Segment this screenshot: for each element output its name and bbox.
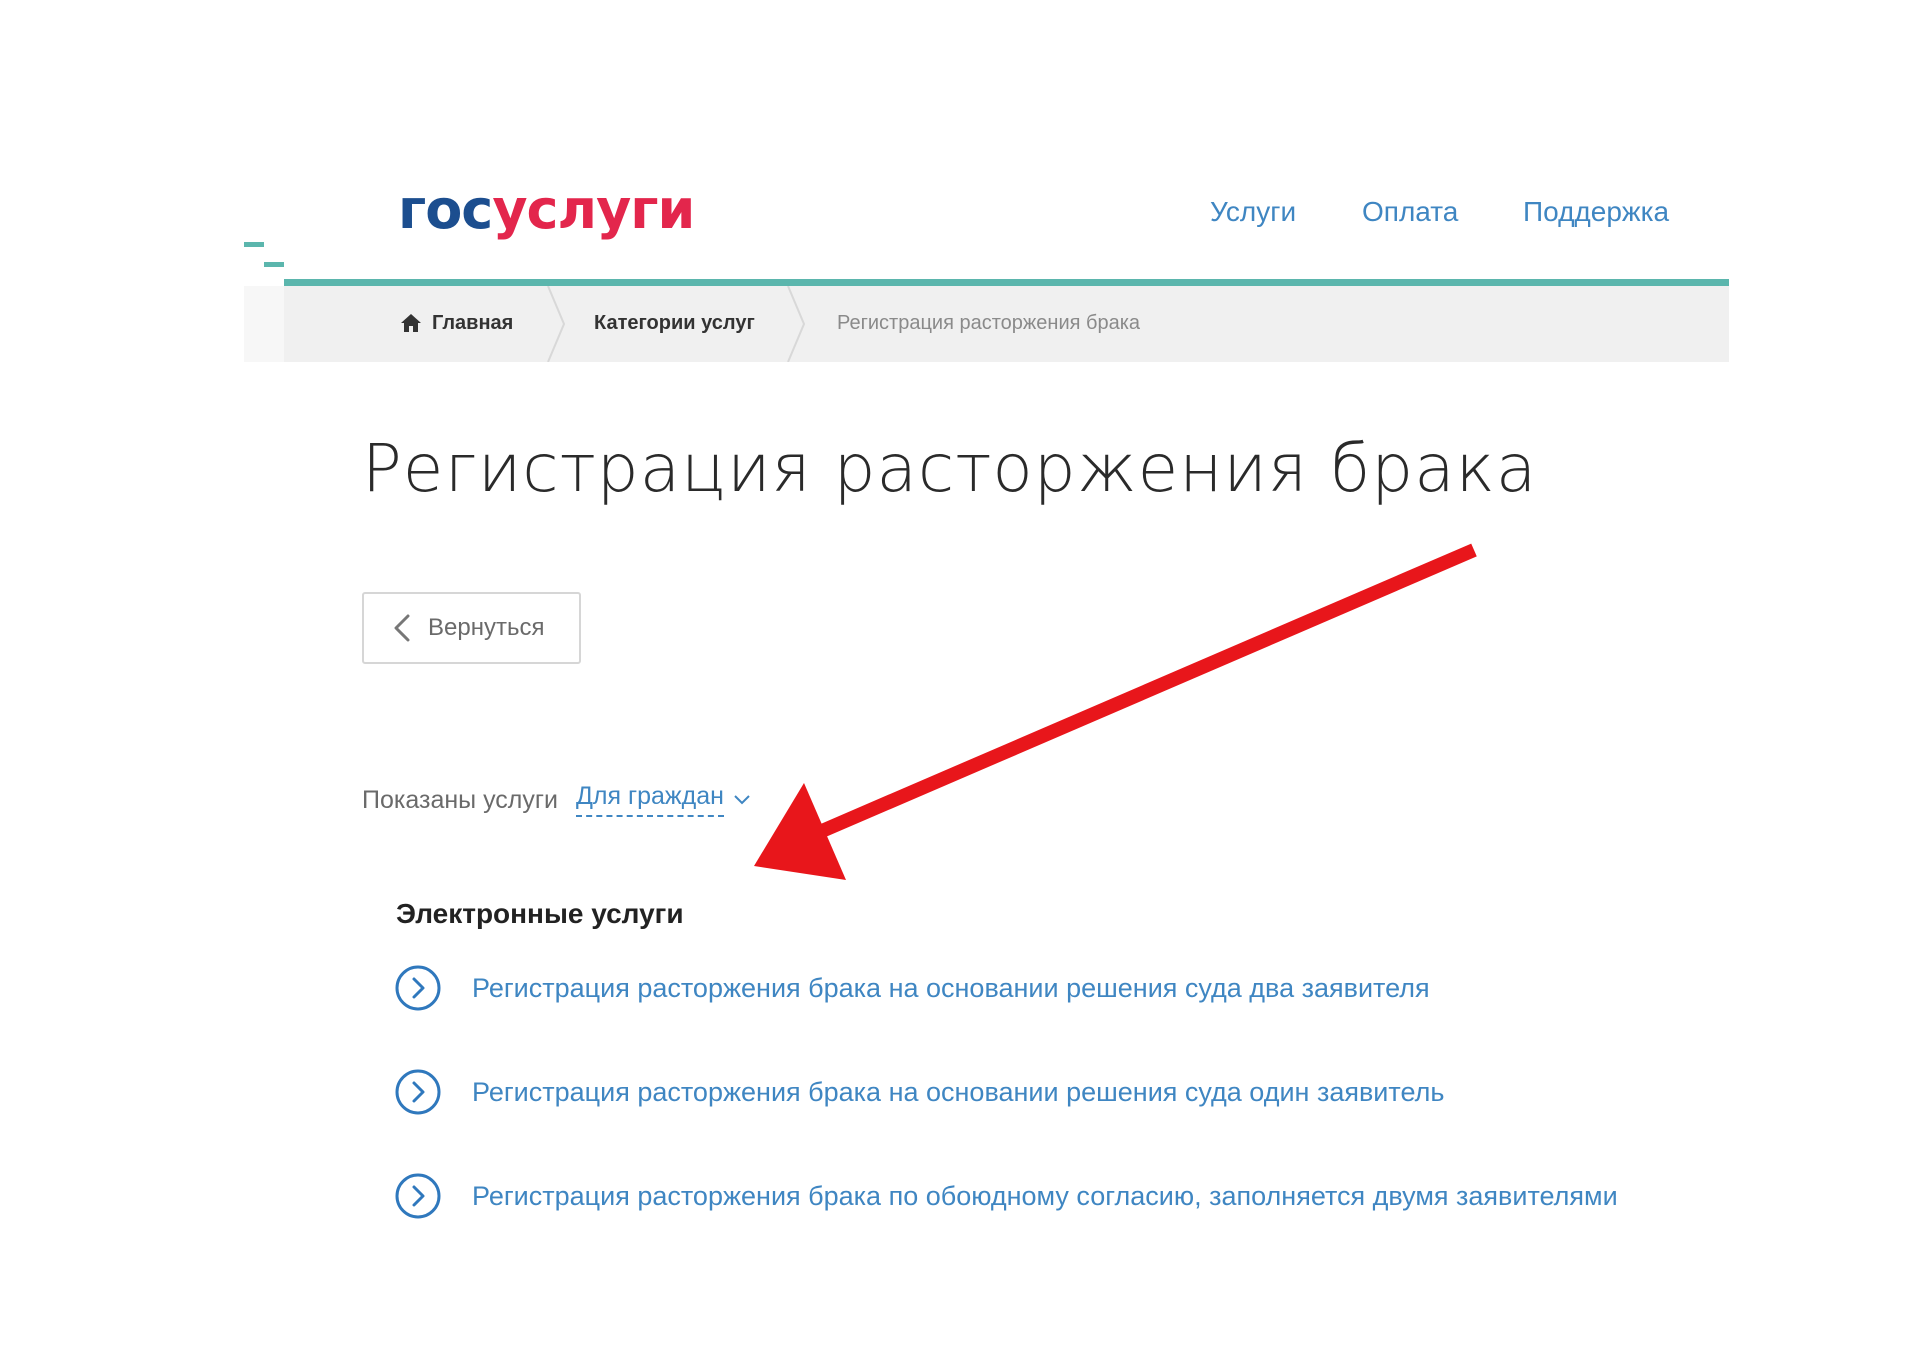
logo-part-gos: гос: [398, 178, 493, 241]
decorative-dash: [264, 262, 284, 267]
decorative-dash: [244, 242, 264, 247]
breadcrumb-home-label: Главная: [432, 312, 514, 334]
page-title: Регистрация расторжения брака: [362, 430, 1538, 507]
circle-chevron-right-icon: [395, 1173, 441, 1219]
section-title-electronic-services: Электронные услуги: [396, 898, 684, 929]
breadcrumb-separator: [547, 286, 566, 362]
chevron-left-icon: [394, 614, 410, 642]
circle-chevron-right-icon: [395, 965, 441, 1011]
service-link[interactable]: Регистрация расторжения брака на основан…: [394, 1068, 1444, 1116]
filter-label: Показаны услуги: [362, 786, 558, 814]
nav-payment[interactable]: Оплата: [1362, 196, 1458, 228]
breadcrumb-separator: [787, 286, 806, 362]
home-icon: [401, 314, 421, 332]
breadcrumb-home[interactable]: Главная: [400, 313, 513, 333]
gosuslugi-logo[interactable]: госуслуги: [398, 183, 695, 237]
breadcrumb-current: Регистрация расторжения брака: [837, 312, 1141, 334]
chevron-down-icon: [734, 794, 750, 804]
nav-support[interactable]: Поддержка: [1523, 196, 1669, 228]
nav-services[interactable]: Услуги: [1210, 196, 1296, 228]
breadcrumb-categories[interactable]: Категории услуг: [594, 313, 755, 333]
logo-part-uslugi: услуги: [492, 178, 695, 241]
service-link-label: Регистрация расторжения брака на основан…: [472, 1076, 1445, 1107]
back-button[interactable]: Вернуться: [362, 592, 581, 664]
circle-chevron-right-icon: [395, 1069, 441, 1115]
breadcrumb-edge: [244, 286, 284, 362]
service-link-label: Регистрация расторжения брака на основан…: [472, 972, 1430, 1003]
breadcrumb: Главная Категории услуг Регистрация раст…: [284, 286, 1729, 362]
header-accent-line: [284, 279, 1729, 286]
service-link[interactable]: Регистрация расторжения брака на основан…: [394, 964, 1430, 1012]
service-link[interactable]: Регистрация расторжения брака по обоюдно…: [394, 1172, 1618, 1220]
audience-dropdown-value: Для граждан: [576, 782, 724, 817]
back-button-label: Вернуться: [428, 614, 545, 641]
service-link-label: Регистрация расторжения брака по обоюдно…: [472, 1180, 1618, 1211]
audience-dropdown[interactable]: Для граждан: [576, 782, 750, 817]
